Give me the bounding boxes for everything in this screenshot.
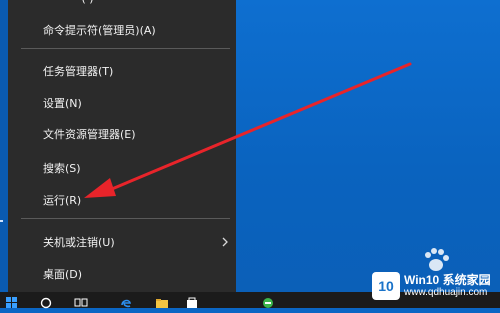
watermark-url: www.qdhuajin.com: [404, 287, 488, 298]
win10-logo-icon: 10: [372, 272, 400, 300]
watermark-badge-text: 10: [378, 278, 394, 294]
site-watermark: 10 Win10 系统家园 www.qdhuajin.com: [372, 268, 500, 304]
watermark-title: Win10 系统家园: [404, 273, 491, 287]
